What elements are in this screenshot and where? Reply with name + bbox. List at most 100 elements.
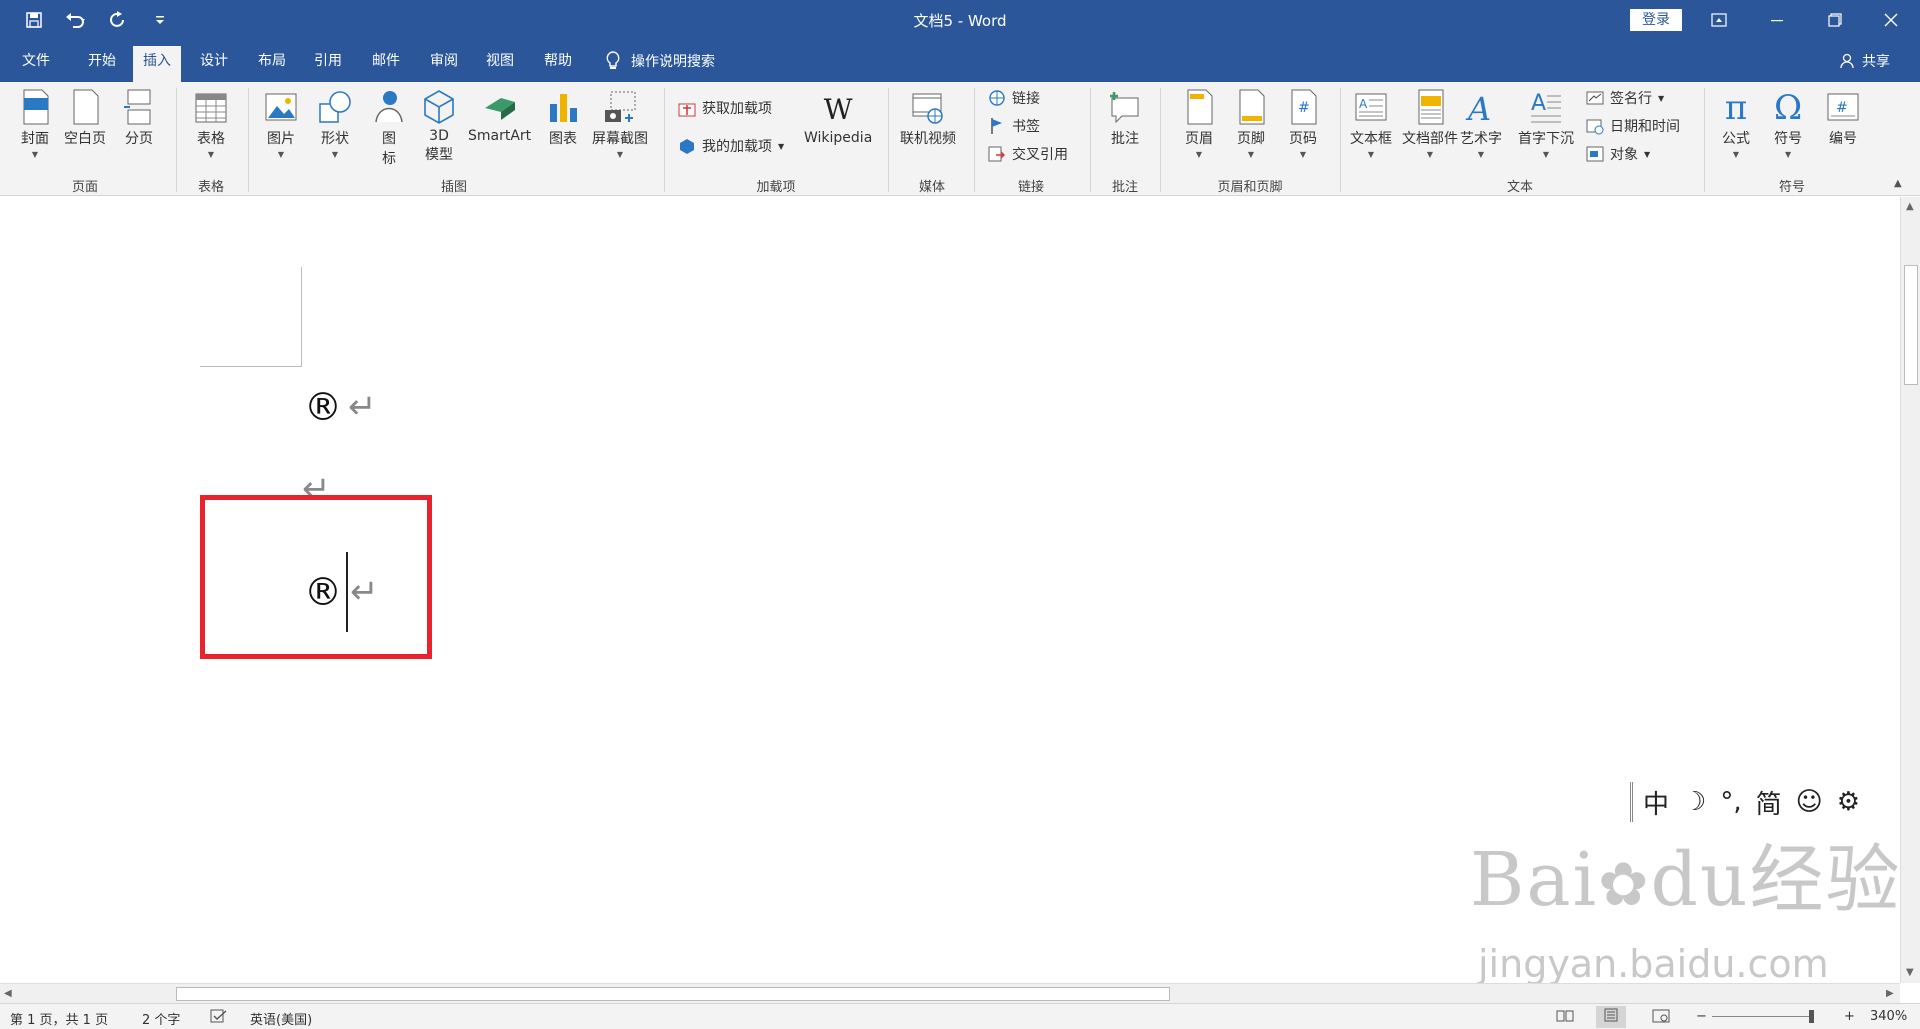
object-button[interactable]: 对象 ▼ bbox=[1586, 144, 1650, 164]
tell-me-search[interactable]: 操作说明搜索 bbox=[605, 51, 715, 71]
table-button[interactable]: 表格 ▼ bbox=[194, 88, 228, 159]
tab-insert[interactable]: 插入 bbox=[133, 46, 181, 82]
wikipedia-icon: W bbox=[823, 93, 853, 126]
cross-reference-button[interactable]: 交叉引用 bbox=[988, 144, 1068, 164]
header-button[interactable]: 页眉 ▼ bbox=[1182, 88, 1216, 159]
simplified-toggle[interactable]: 简 bbox=[1756, 784, 1782, 821]
smartart-button[interactable]: SmartArt bbox=[468, 88, 531, 144]
new-comment-button[interactable]: 批注 bbox=[1108, 88, 1142, 148]
tab-mailings[interactable]: 邮件 bbox=[362, 50, 410, 82]
equation-button[interactable]: π 公式 ▼ bbox=[1722, 88, 1750, 159]
zoom-in-icon[interactable]: + bbox=[1844, 1009, 1855, 1024]
horizontal-scroll-thumb[interactable] bbox=[176, 987, 1170, 1001]
scroll-down-icon[interactable]: ▼ bbox=[1906, 967, 1914, 978]
login-button[interactable]: 登录 bbox=[1630, 9, 1682, 31]
quick-parts-button[interactable]: 文档部件 ▼ bbox=[1402, 88, 1458, 159]
table-icon bbox=[195, 93, 227, 123]
footer-button[interactable]: 页脚 ▼ bbox=[1234, 88, 1268, 159]
minimize-icon[interactable] bbox=[1748, 0, 1806, 40]
scroll-left-icon[interactable]: ◀ bbox=[4, 988, 12, 999]
horizontal-scrollbar[interactable]: ◀ ▶ bbox=[0, 983, 1900, 1003]
zoom-slider[interactable] bbox=[1712, 1016, 1812, 1017]
picture-button[interactable]: 图片 ▼ bbox=[264, 88, 298, 159]
tab-layout[interactable]: 布局 bbox=[248, 50, 296, 82]
wordart-icon: A bbox=[1465, 90, 1491, 126]
my-addins-button[interactable]: 我的加载项 ▼ bbox=[678, 136, 784, 156]
get-addins-button[interactable]: 获取加载项 bbox=[678, 98, 772, 118]
svg-text:#: # bbox=[1298, 100, 1310, 116]
chevron-down-icon: ▼ bbox=[1542, 150, 1550, 159]
ribbon-insert: 封面 ▼ 空白页 分页 页面 表格 ▼ 表格 图片 ▼ 形状 ▼ 图 标 3D … bbox=[0, 82, 1920, 196]
zoom-slider-thumb[interactable] bbox=[1809, 1010, 1814, 1023]
highlight-box bbox=[200, 495, 432, 659]
vertical-scroll-thumb[interactable] bbox=[1904, 265, 1918, 385]
drop-cap-button[interactable]: A 首字下沉 ▼ bbox=[1518, 88, 1574, 159]
signature-line-button[interactable]: 签名行 ▼ bbox=[1586, 88, 1664, 108]
zoom-out-icon[interactable]: − bbox=[1696, 1009, 1707, 1024]
vertical-scrollbar[interactable]: ▲ ▼ bbox=[1900, 197, 1920, 983]
date-time-button[interactable]: 日期和时间 bbox=[1586, 116, 1680, 136]
tab-home[interactable]: 开始 bbox=[78, 50, 126, 82]
group-label-links: 链接 bbox=[1017, 180, 1044, 195]
scroll-right-icon[interactable]: ▶ bbox=[1886, 988, 1894, 999]
language-indicator[interactable]: 英语(美国) bbox=[250, 1009, 312, 1028]
document-line[interactable]: ® ↵ bbox=[304, 385, 377, 429]
restore-icon[interactable] bbox=[1806, 0, 1864, 40]
link-button[interactable]: 链接 bbox=[988, 88, 1040, 108]
web-layout-icon[interactable] bbox=[1652, 1009, 1670, 1027]
tab-view[interactable]: 视图 bbox=[476, 50, 524, 82]
tab-help[interactable]: 帮助 bbox=[534, 50, 582, 82]
smartart-icon bbox=[484, 98, 515, 120]
tab-file[interactable]: 文件 bbox=[12, 50, 60, 82]
icons-button[interactable]: 图 标 bbox=[372, 88, 406, 168]
tab-review[interactable]: 审阅 bbox=[420, 50, 468, 82]
bookmark-button[interactable]: 书签 bbox=[988, 116, 1040, 136]
proofing-icon[interactable] bbox=[210, 1009, 228, 1027]
blank-page-button[interactable]: 空白页 bbox=[64, 88, 106, 148]
punctuation-toggle[interactable]: °, bbox=[1720, 787, 1741, 817]
screenshot-icon bbox=[605, 91, 636, 122]
shapes-button[interactable]: 形状 ▼ bbox=[318, 88, 352, 159]
wikipedia-button[interactable]: W Wikipedia bbox=[804, 90, 872, 146]
svg-text:#: # bbox=[1836, 100, 1848, 116]
page-count[interactable]: 第 1 页，共 1 页 bbox=[10, 1009, 108, 1028]
chart-icon bbox=[550, 94, 577, 122]
chevron-down-icon: ▼ bbox=[778, 141, 785, 151]
textbox-button[interactable]: A 文本框 ▼ bbox=[1350, 88, 1392, 159]
chart-button[interactable]: 图表 bbox=[546, 88, 580, 148]
print-layout-icon[interactable] bbox=[1596, 1006, 1626, 1028]
wordart-button[interactable]: A 艺术字 ▼ bbox=[1460, 88, 1502, 159]
page-break-button[interactable]: 分页 bbox=[122, 88, 156, 148]
close-icon[interactable] bbox=[1862, 0, 1920, 40]
group-label-text: 文本 bbox=[1506, 180, 1533, 195]
screenshot-button[interactable]: 屏幕截图 ▼ bbox=[592, 88, 648, 159]
symbol-button[interactable]: Ω 符号 ▼ bbox=[1774, 88, 1802, 159]
page-number-button[interactable]: # 页码 ▼ bbox=[1286, 88, 1320, 159]
share-button[interactable]: 共享 bbox=[1840, 51, 1890, 71]
ime-mode-toggle[interactable]: 中 bbox=[1643, 784, 1669, 821]
online-video-button[interactable]: 联机视频 bbox=[900, 88, 956, 148]
emoji-icon[interactable]: ☺ bbox=[1796, 787, 1823, 817]
tab-design[interactable]: 设计 bbox=[190, 50, 238, 82]
3d-models-button[interactable]: 3D 模型 bbox=[422, 88, 456, 164]
textbox-icon: A bbox=[1355, 93, 1387, 121]
header-icon bbox=[1187, 89, 1213, 125]
group-label-illustrations: 插图 bbox=[440, 180, 467, 195]
store-icon bbox=[678, 103, 696, 117]
scroll-up-icon[interactable]: ▲ bbox=[1906, 201, 1914, 212]
word-count[interactable]: 2 个字 bbox=[142, 1009, 180, 1028]
read-mode-icon[interactable] bbox=[1556, 1009, 1574, 1027]
collapse-ribbon-icon[interactable]: ▲ bbox=[1894, 178, 1902, 189]
comment-icon bbox=[1110, 92, 1139, 124]
gear-icon[interactable]: ⚙ bbox=[1837, 787, 1860, 817]
ribbon-display-options-icon[interactable] bbox=[1690, 0, 1748, 40]
tab-references[interactable]: 引用 bbox=[304, 50, 352, 82]
chevron-down-icon: ▼ bbox=[331, 150, 339, 159]
moon-icon[interactable]: ☽ bbox=[1683, 787, 1706, 817]
lightbulb-icon bbox=[606, 51, 620, 69]
cover-page-button[interactable]: 封面 ▼ bbox=[18, 88, 52, 159]
zoom-level[interactable]: 340% bbox=[1870, 1009, 1907, 1024]
chevron-down-icon: ▼ bbox=[1247, 150, 1255, 159]
numbering-button[interactable]: # 编号 bbox=[1826, 88, 1860, 148]
menu-bar: 文件 开始 插入 设计 布局 引用 邮件 审阅 视图 帮助 操作说明搜索 共享 bbox=[0, 40, 1920, 82]
